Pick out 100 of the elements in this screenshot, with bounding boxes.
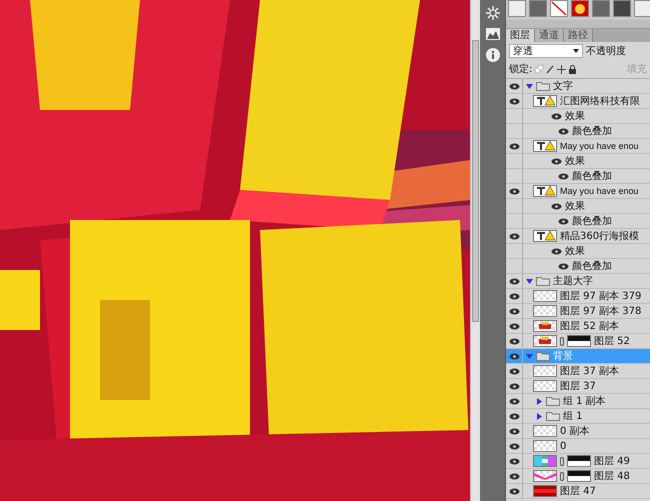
eye-icon[interactable] <box>551 248 562 254</box>
effect-name: 颜色叠加 <box>572 260 612 273</box>
eye-icon[interactable] <box>558 172 569 180</box>
eye-icon[interactable] <box>508 488 520 494</box>
eye-icon[interactable] <box>551 202 562 210</box>
eye-icon[interactable] <box>551 112 562 120</box>
style-swatch[interactable] <box>529 0 547 17</box>
eye-icon[interactable] <box>508 398 520 404</box>
eye-icon[interactable] <box>558 262 569 270</box>
effect-name: 颜色叠加 <box>572 170 612 183</box>
group-name: 组 1 副本 <box>563 394 606 408</box>
eye-icon[interactable] <box>508 98 520 104</box>
layer-row[interactable]: May you have enou <box>506 184 650 199</box>
style-swatch[interactable] <box>613 0 631 17</box>
layer-row[interactable]: 主题大字 <box>506 274 650 289</box>
style-swatch[interactable] <box>592 0 610 17</box>
caret-icon[interactable] <box>526 278 533 284</box>
gear-icon[interactable] <box>486 6 500 20</box>
eye-icon[interactable] <box>508 368 520 374</box>
eye-icon[interactable] <box>508 188 520 194</box>
caret-icon[interactable] <box>526 352 533 360</box>
layer-thumbnail <box>533 305 557 317</box>
group-name: 背景 <box>553 350 573 363</box>
layer-row[interactable]: 效果 <box>506 199 650 214</box>
eye-icon[interactable] <box>558 218 569 224</box>
layer-row[interactable]: 图层 97 副本 379 <box>506 289 650 304</box>
layer-name: 图层 97 副本 378 <box>560 304 642 318</box>
layer-row[interactable]: 图层 52 副本 <box>506 319 650 334</box>
layer-row[interactable]: 图层 37 <box>506 379 650 394</box>
group-name: 文字 <box>553 80 573 93</box>
layer-row[interactable]: 颜色叠加 <box>506 214 650 229</box>
caret-icon[interactable] <box>526 82 533 90</box>
layer-name: 图层 49 <box>594 455 630 468</box>
style-swatch[interactable] <box>550 0 568 17</box>
move-icon[interactable] <box>557 64 566 74</box>
eye-icon[interactable] <box>508 442 520 450</box>
eye-icon[interactable] <box>508 382 520 390</box>
layer-row[interactable]: 图层 47 <box>506 484 650 499</box>
style-swatch[interactable] <box>634 0 650 17</box>
text-layer-icon <box>533 95 557 107</box>
layer-row[interactable]: 图层 48 <box>506 469 650 484</box>
layer-row[interactable]: 效果 <box>506 154 650 169</box>
eye-icon[interactable] <box>508 308 520 314</box>
layer-row[interactable]: 效果 <box>506 109 650 124</box>
blend-mode-dropdown[interactable]: 穿透 <box>509 44 583 58</box>
layer-thumbnail <box>533 485 557 497</box>
panel-tab[interactable]: 图层 <box>506 29 535 42</box>
effects-label: 效果 <box>565 245 585 258</box>
lock-icon[interactable] <box>569 64 576 74</box>
eye-icon[interactable] <box>558 128 569 134</box>
eye-icon[interactable] <box>551 158 562 164</box>
eye-icon[interactable] <box>508 428 520 434</box>
info-icon[interactable] <box>486 48 500 62</box>
eye-icon[interactable] <box>508 142 520 150</box>
layer-name: 精品360行海报模 <box>560 230 640 243</box>
layer-row[interactable]: 组 1 <box>506 409 650 424</box>
layer-row[interactable]: 颜色叠加 <box>506 169 650 184</box>
text-layer-icon <box>533 140 557 152</box>
opacity-label: 不透明度 <box>586 44 626 58</box>
eye-icon[interactable] <box>508 322 520 330</box>
fill-label: 填充 <box>627 62 647 76</box>
layer-row[interactable]: 图层 49 <box>506 454 650 469</box>
layer-row[interactable]: 颜色叠加 <box>506 259 650 274</box>
eye-icon[interactable] <box>508 292 520 300</box>
layer-row[interactable]: 文字 <box>506 79 650 94</box>
effects-label: 效果 <box>565 200 585 213</box>
caret-icon[interactable] <box>536 412 543 420</box>
eye-icon[interactable] <box>508 82 520 90</box>
layer-row[interactable]: 0 副本 <box>506 424 650 439</box>
style-swatch[interactable] <box>571 0 589 17</box>
eye-icon[interactable] <box>508 232 520 240</box>
layer-row[interactable]: 组 1 副本 <box>506 394 650 409</box>
lock-transparency-icon[interactable] <box>535 65 544 73</box>
layer-thumbnail <box>533 320 557 332</box>
layer-name: 汇图网络科技有限 <box>560 94 640 108</box>
effects-label: 效果 <box>565 110 585 123</box>
layer-row[interactable]: 图层 97 副本 378 <box>506 304 650 319</box>
eye-icon[interactable] <box>508 472 520 480</box>
panel-tab[interactable]: 通道 <box>535 29 564 42</box>
layer-name: 图层 52 <box>594 335 630 348</box>
layer-row[interactable]: 颜色叠加 <box>506 124 650 139</box>
layer-row[interactable]: 汇图网络科技有限 <box>506 94 650 109</box>
layer-row[interactable]: 0 <box>506 439 650 454</box>
brush-icon[interactable] <box>546 64 554 74</box>
layer-row[interactable]: 图层 37 副本 <box>506 364 650 379</box>
eye-icon[interactable] <box>508 352 520 360</box>
eye-icon[interactable] <box>508 278 520 284</box>
caret-icon[interactable] <box>536 398 543 404</box>
scrollbar-thumb[interactable] <box>472 40 479 322</box>
eye-icon[interactable] <box>508 458 520 464</box>
panel-tab[interactable]: 路径 <box>564 29 593 42</box>
layer-name: 0 副本 <box>560 424 590 438</box>
eye-icon[interactable] <box>508 412 520 420</box>
folder-icon <box>546 396 560 406</box>
eye-icon[interactable] <box>508 338 520 344</box>
layer-row[interactable]: May you have enou <box>506 139 650 154</box>
layer-row[interactable]: 精品360行海报模 <box>506 229 650 244</box>
layer-row[interactable]: 效果 <box>506 244 650 259</box>
style-swatch[interactable] <box>508 0 526 17</box>
caret-icon <box>573 49 579 53</box>
